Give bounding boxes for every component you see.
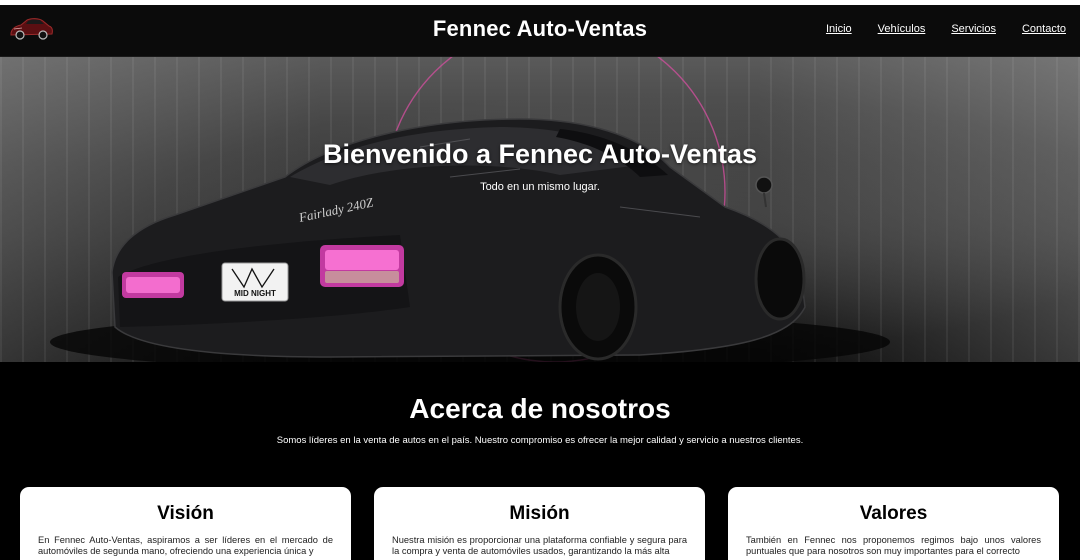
vision-card-text: En Fennec Auto-Ventas, aspiramos a ser l… (38, 535, 333, 556)
hero-car-image: MID NIGHT Fairlady 240Z (50, 57, 890, 362)
nav-link-vehiculos[interactable]: Vehículos (878, 23, 926, 35)
mission-card: Misión Nuestra misión es proporcionar un… (374, 487, 705, 560)
page: Fennec Auto-Ventas Inicio Vehículos Serv… (0, 0, 1080, 560)
about-title: Acerca de nosotros (409, 393, 671, 424)
values-card-text: También en Fennec nos proponemos regimos… (746, 535, 1041, 556)
mission-card-title: Misión (509, 503, 570, 524)
values-card: Valores También en Fennec nos proponemos… (728, 487, 1059, 560)
vision-card: Visión En Fennec Auto-Ventas, aspiramos … (20, 487, 351, 560)
hero-banner: MID NIGHT Fairlady 240Z Bienvenido a Fen… (0, 57, 1080, 362)
vision-card-title: Visión (157, 503, 214, 524)
nav-link-servicios[interactable]: Servicios (951, 23, 996, 35)
nav-link-contacto[interactable]: Contacto (1022, 23, 1066, 35)
hero-title: Bienvenido a Fennec Auto-Ventas (322, 139, 758, 169)
mission-card-text: Nuestra misión es proporcionar una plata… (392, 535, 687, 556)
values-card-title: Valores (859, 503, 928, 524)
main-nav: Inicio Vehículos Servicios Contacto (826, 23, 1066, 35)
about-text: Somos líderes en la venta de autos en el… (276, 435, 804, 446)
license-plate-text: MID NIGHT (234, 289, 276, 298)
site-header: Fennec Auto-Ventas Inicio Vehículos Serv… (0, 0, 1080, 57)
hero-subtitle: Todo en un mismo lugar. (480, 181, 600, 193)
nav-link-inicio[interactable]: Inicio (826, 23, 852, 35)
